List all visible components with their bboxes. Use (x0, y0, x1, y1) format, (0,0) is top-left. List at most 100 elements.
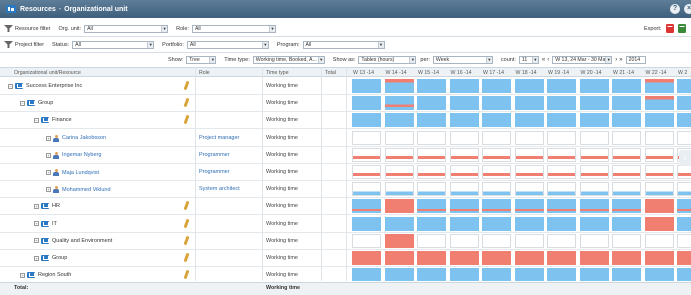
expand-icon[interactable]: + (20, 272, 25, 278)
heat-cell[interactable] (417, 268, 446, 281)
heat-cell[interactable] (449, 147, 479, 162)
heat-cell[interactable] (449, 199, 479, 214)
edit-pencil-icon[interactable] (183, 218, 190, 228)
heat-cell[interactable] (417, 96, 446, 111)
resource-name-link[interactable]: Ingemar Nyberg (62, 152, 101, 158)
heat-cell[interactable] (482, 216, 511, 231)
close-icon[interactable]: × (684, 4, 691, 14)
portfolio-select[interactable]: All ▼ (186, 40, 269, 49)
expand-icon[interactable]: + (46, 187, 51, 193)
heat-cell[interactable] (677, 251, 691, 265)
program-select[interactable]: All ▼ (302, 40, 385, 49)
heat-cell[interactable] (384, 96, 414, 111)
heat-cell[interactable] (644, 130, 674, 145)
col-week[interactable]: W 13 -14 (353, 70, 374, 76)
heat-cell[interactable] (384, 165, 414, 179)
edit-pencil-icon[interactable] (183, 201, 190, 211)
export-pdf-icon[interactable] (666, 24, 674, 33)
expand-icon[interactable]: + (46, 135, 51, 141)
collapse-icon[interactable]: − (20, 100, 25, 106)
heat-cell[interactable] (547, 182, 576, 197)
heat-cell[interactable] (677, 268, 691, 281)
heat-cell[interactable] (449, 113, 479, 128)
heat-cell[interactable] (384, 182, 414, 197)
edit-pencil-icon[interactable] (183, 252, 190, 263)
heat-cell[interactable] (547, 233, 576, 248)
last-period-button[interactable]: » (619, 57, 622, 63)
heat-cell[interactable] (644, 251, 674, 265)
heat-cell[interactable] (352, 165, 381, 179)
heat-cell[interactable] (384, 147, 414, 162)
project-filter-button[interactable]: Project filter (4, 41, 44, 48)
heat-cell[interactable] (677, 113, 691, 128)
heat-cell[interactable] (352, 233, 381, 248)
heat-cell[interactable] (449, 79, 479, 93)
heat-cell[interactable] (579, 113, 609, 128)
col-week[interactable]: W 14 -14 (386, 70, 407, 76)
heat-cell[interactable] (514, 268, 544, 281)
heat-cell[interactable] (644, 79, 674, 93)
heat-cell[interactable] (352, 251, 381, 265)
heat-cell[interactable] (612, 79, 641, 93)
heat-cell[interactable] (579, 268, 609, 281)
heat-cell[interactable] (547, 165, 576, 179)
heat-cell[interactable] (612, 182, 641, 197)
heat-cell[interactable] (449, 182, 479, 197)
heat-cell[interactable] (612, 199, 641, 214)
heat-cell[interactable] (547, 96, 576, 111)
expand-icon[interactable]: + (34, 221, 39, 227)
expand-icon[interactable]: + (34, 203, 39, 209)
heat-cell[interactable] (547, 251, 576, 265)
heat-cell[interactable] (514, 182, 544, 197)
heat-cell[interactable] (384, 79, 414, 93)
show-as-select[interactable]: Tables (hours) ▼ (358, 55, 417, 64)
export-excel-icon[interactable] (678, 24, 686, 33)
per-select[interactable]: Week ▼ (432, 55, 493, 64)
heat-cell[interactable] (384, 268, 414, 281)
heat-cell[interactable] (384, 130, 414, 145)
col-total[interactable]: Total (325, 70, 336, 76)
heat-cell[interactable] (579, 251, 609, 265)
heat-cell[interactable] (482, 233, 511, 248)
role-select[interactable]: All ▼ (191, 24, 276, 33)
heat-cell[interactable] (352, 216, 381, 231)
heat-cell[interactable] (644, 165, 674, 179)
heat-cell[interactable] (352, 268, 381, 281)
heat-cell[interactable] (417, 113, 446, 128)
col-week[interactable]: W 19 -14 (548, 70, 569, 76)
heat-cell[interactable] (644, 268, 674, 281)
expand-icon[interactable]: + (46, 152, 51, 158)
col-week[interactable]: W 22 -14 (646, 70, 667, 76)
heat-cell[interactable] (352, 96, 381, 111)
heat-cell[interactable] (514, 96, 544, 111)
heat-cell[interactable] (547, 268, 576, 281)
heat-cell[interactable] (677, 130, 691, 145)
heat-cell[interactable] (644, 199, 674, 214)
heat-cell[interactable] (352, 147, 381, 162)
heat-cell[interactable] (644, 147, 674, 162)
time-type-select[interactable]: Working time, Booked, A... ▼ (252, 55, 325, 64)
heat-cell[interactable] (352, 199, 381, 214)
heat-cell[interactable] (514, 147, 544, 162)
heat-cell[interactable] (417, 199, 446, 214)
heat-cell[interactable] (417, 147, 446, 162)
heat-cell[interactable] (677, 79, 691, 93)
heat-cell[interactable] (547, 216, 576, 231)
period-range-select[interactable]: W 13, 24 Mar - 30 Mar ▼ (552, 55, 613, 64)
heat-cell[interactable] (612, 251, 641, 265)
heat-cell[interactable] (384, 113, 414, 128)
heat-cell[interactable] (612, 113, 641, 128)
heat-cell[interactable] (547, 113, 576, 128)
heat-cell[interactable] (384, 233, 414, 248)
heat-cell[interactable] (547, 199, 576, 214)
edit-pencil-icon[interactable] (183, 269, 190, 280)
heat-cell[interactable] (352, 182, 381, 197)
collapse-icon[interactable]: − (34, 117, 39, 123)
heat-cell[interactable] (482, 199, 511, 214)
heat-cell[interactable] (352, 130, 381, 145)
resource-name-link[interactable]: Maja Lundqvist (62, 170, 99, 176)
heat-cell[interactable] (514, 130, 544, 145)
edit-pencil-icon[interactable] (183, 115, 190, 125)
col-role[interactable]: Role (199, 70, 210, 76)
heat-cell[interactable] (449, 130, 479, 145)
